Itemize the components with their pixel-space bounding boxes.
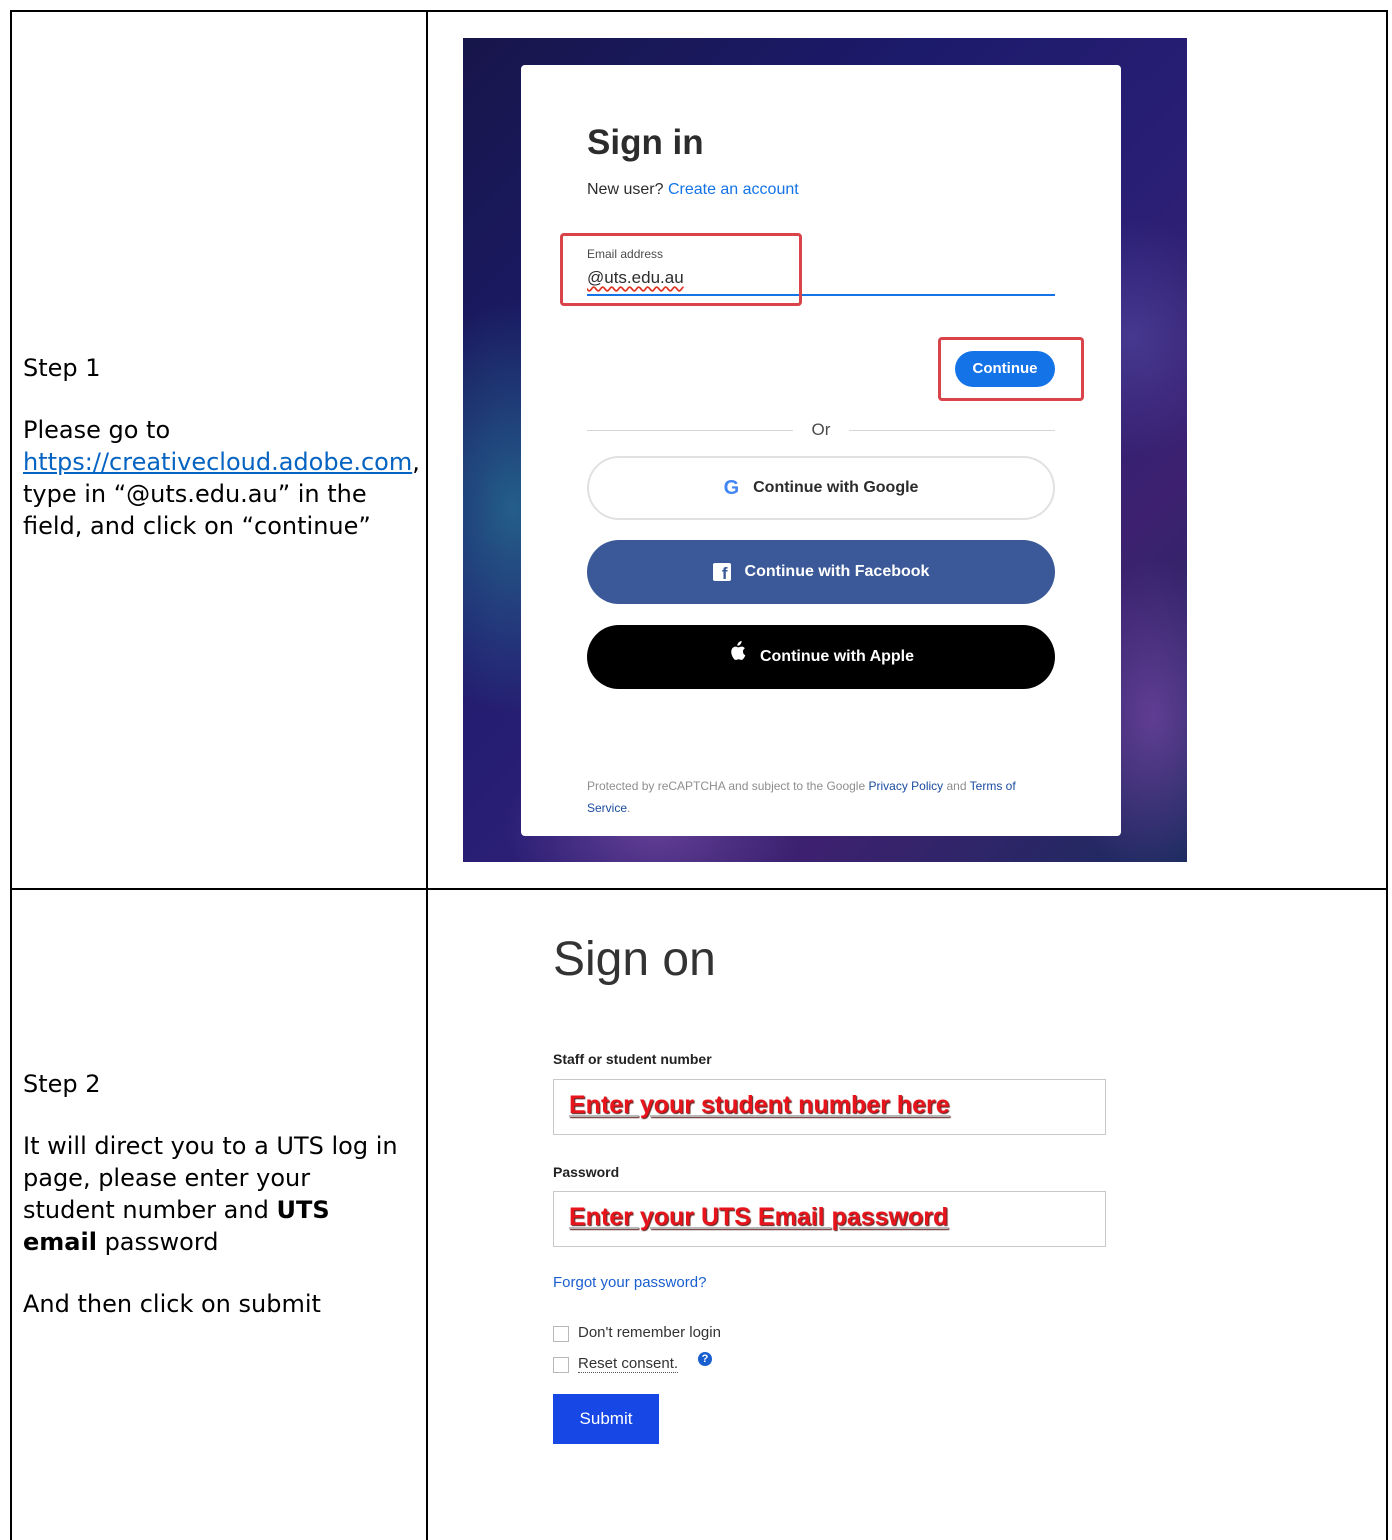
facebook-signin-button[interactable]: f Continue with Facebook: [587, 540, 1055, 604]
question-circle-icon[interactable]: ?: [698, 1352, 712, 1366]
new-user-text: New user? Create an account: [587, 181, 799, 198]
password-label: Password: [553, 1164, 620, 1180]
table-row-divider: [10, 888, 1388, 890]
table-column-divider: [426, 10, 428, 1540]
reset-consent-checkbox[interactable]: [553, 1357, 569, 1373]
password-placeholder: Enter your UTS Email password: [569, 1203, 949, 1231]
privacy-policy-link[interactable]: Privacy Policy: [868, 779, 943, 793]
step2-instructions: Step 2 It will direct you to a UTS log i…: [23, 1068, 408, 1350]
apple-icon: [728, 625, 746, 689]
continue-highlight-box: [938, 337, 1084, 401]
step1-instructions: Step 1 Please go to https://creativeclou…: [23, 352, 420, 572]
dont-remember-label: Don't remember login: [578, 1324, 721, 1341]
dont-remember-checkbox[interactable]: [553, 1326, 569, 1342]
forgot-password-link[interactable]: Forgot your password?: [553, 1274, 706, 1291]
username-input[interactable]: Enter your student number here: [553, 1079, 1106, 1135]
adobe-signin-screenshot: Sign in New user? Create an account Emai…: [463, 38, 1187, 862]
step1-description: Please go to https://creativecloud.adobe…: [23, 416, 420, 540]
username-label: Staff or student number: [553, 1051, 712, 1067]
recaptcha-notice: Protected by reCAPTCHA and subject to th…: [587, 779, 1016, 815]
username-placeholder: Enter your student number here: [569, 1091, 950, 1119]
step2-submit-note: And then click on submit: [23, 1290, 321, 1318]
step2-heading: Step 2: [23, 1070, 101, 1098]
step2-description: It will direct you to a UTS log in page,…: [23, 1132, 398, 1256]
password-input[interactable]: Enter your UTS Email password: [553, 1191, 1106, 1247]
signon-title: Sign on: [553, 933, 716, 986]
creative-cloud-link[interactable]: https://creativecloud.adobe.com: [23, 448, 412, 476]
google-icon: G: [723, 477, 740, 499]
step1-heading: Step 1: [23, 354, 101, 382]
apple-signin-button[interactable]: Continue with Apple: [587, 625, 1055, 689]
signin-title: Sign in: [587, 123, 704, 162]
create-account-link[interactable]: Create an account: [668, 181, 799, 198]
signin-card: Sign in New user? Create an account Emai…: [521, 65, 1121, 836]
submit-button[interactable]: Submit: [553, 1394, 659, 1444]
or-divider: Or: [587, 419, 1055, 441]
email-highlight-box: [560, 233, 802, 306]
facebook-icon: f: [712, 563, 731, 583]
reset-consent-label: Reset consent.: [578, 1355, 679, 1373]
google-signin-button[interactable]: G Continue with Google: [587, 456, 1055, 520]
